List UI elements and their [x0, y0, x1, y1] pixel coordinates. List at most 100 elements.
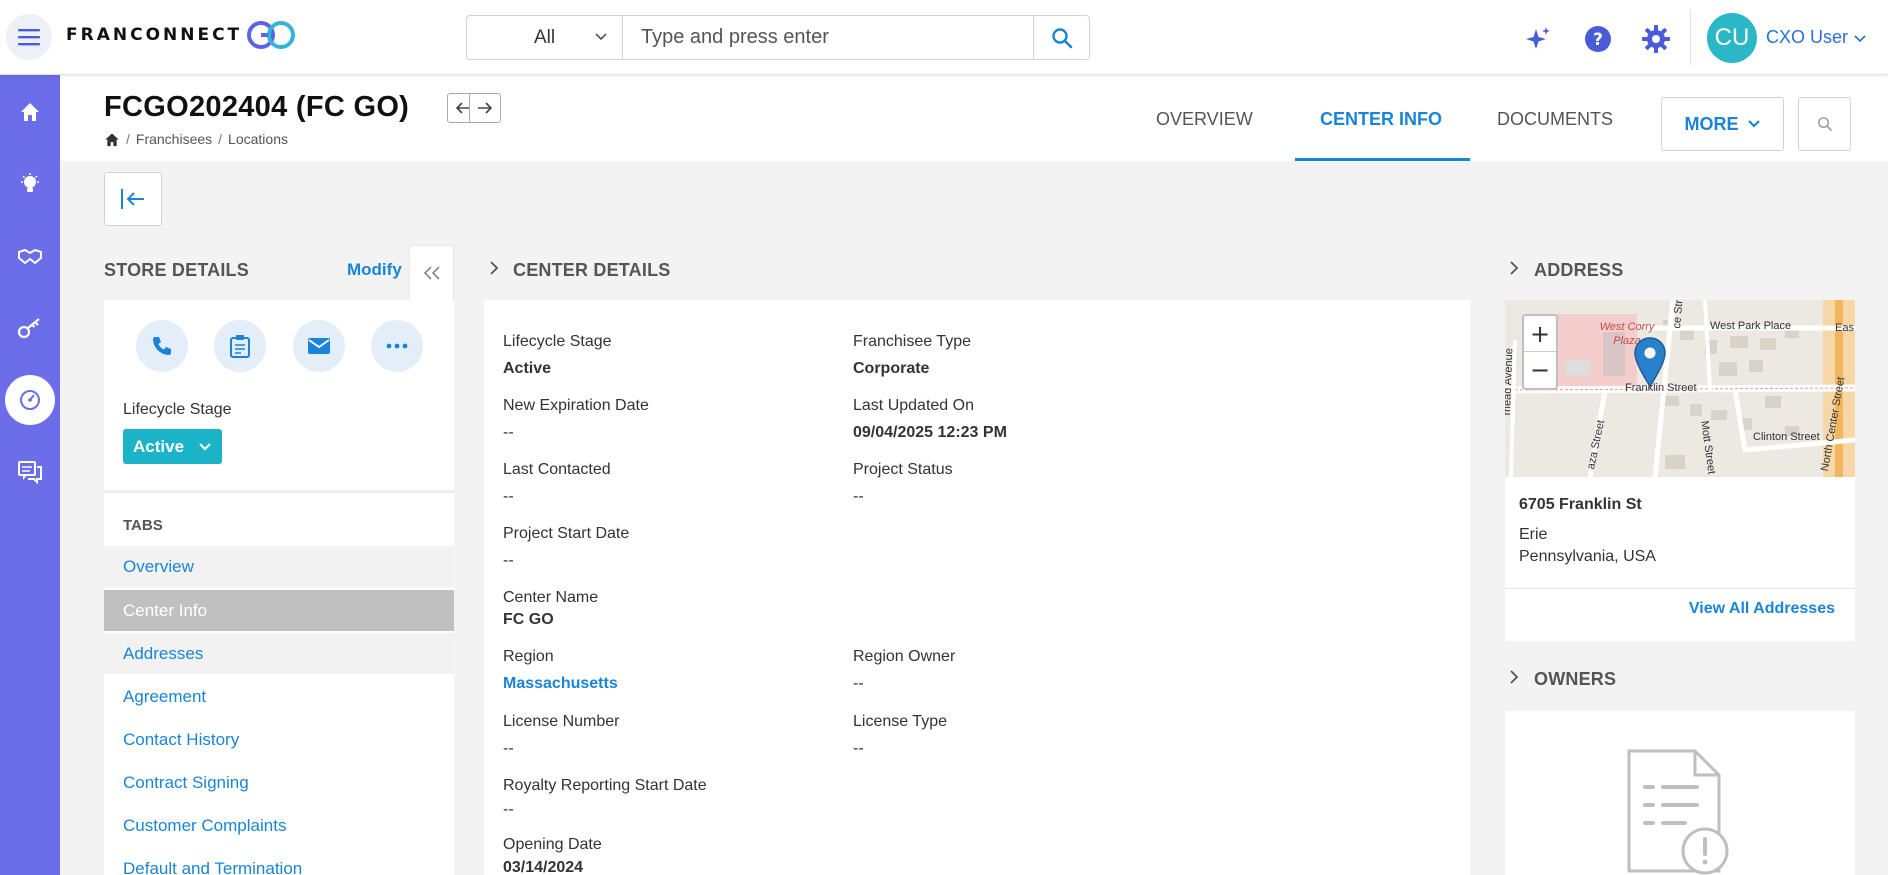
- rail-access[interactable]: [0, 303, 60, 353]
- search-icon: [1817, 117, 1832, 132]
- mail-icon: [308, 338, 330, 354]
- search-category-select[interactable]: All: [467, 16, 623, 59]
- search-input[interactable]: [623, 16, 1033, 59]
- owners-card: [1505, 711, 1855, 875]
- tab-center-info[interactable]: CENTER INFO: [1320, 109, 1442, 130]
- hamburger-icon: [18, 29, 40, 46]
- address-state-country: Pennsylvania, USA: [1519, 548, 1656, 565]
- rail-home[interactable]: [0, 87, 60, 137]
- map-zoom-out-button[interactable]: −: [1524, 352, 1556, 388]
- call-button[interactable]: [136, 320, 188, 372]
- sidebar-tab-agreement[interactable]: Agreement: [104, 676, 454, 717]
- breadcrumb-locations[interactable]: Locations: [228, 131, 288, 147]
- view-all-addresses-link[interactable]: View All Addresses: [1689, 600, 1835, 618]
- sidebar-tab-default-termination[interactable]: Default and Termination: [104, 848, 454, 875]
- sparkle-icon: [1526, 27, 1550, 49]
- tab-overview[interactable]: OVERVIEW: [1156, 109, 1253, 130]
- collapse-sidebar-toggle[interactable]: [409, 245, 454, 300]
- phone-icon: [153, 337, 171, 355]
- help-button[interactable]: ?: [1583, 24, 1613, 54]
- field-label: Region Owner: [853, 648, 956, 665]
- logo-text: FRANCONNECT: [66, 25, 243, 45]
- home-icon[interactable]: [104, 132, 120, 147]
- field-label: Royalty Reporting Start Date: [503, 777, 707, 794]
- map-label-clinton: Clinton Street: [1753, 431, 1820, 443]
- field-label: Lifecycle Stage: [503, 333, 612, 350]
- region-link[interactable]: Massachusetts: [503, 675, 618, 693]
- sidebar-tab-contract-signing[interactable]: Contract Signing: [104, 762, 454, 803]
- field-label: Franchisee Type: [853, 333, 971, 350]
- record-tabs-list: TABS Overview Center Info Addresses Agre…: [104, 490, 454, 875]
- map-zoom-control: + −: [1522, 314, 1558, 390]
- email-button[interactable]: [293, 320, 345, 372]
- rail-dashboard[interactable]: [0, 375, 60, 425]
- chevron-right-icon[interactable]: [488, 260, 500, 276]
- sidebar-tab-contact-history[interactable]: Contact History: [104, 719, 454, 760]
- more-actions-button[interactable]: [371, 320, 423, 372]
- rail-ideas[interactable]: [0, 159, 60, 209]
- breadcrumb-franchisees[interactable]: Franchisees: [136, 131, 212, 147]
- owners-title: OWNERS: [1534, 669, 1617, 689]
- sidebar-tab-center-info[interactable]: Center Info: [104, 590, 454, 631]
- chat-icon: [18, 461, 42, 484]
- address-title: ADDRESS: [1534, 260, 1624, 280]
- chevron-right-icon[interactable]: [1508, 260, 1520, 276]
- field-label: Center Name: [503, 589, 599, 606]
- address-street: 6705 Franklin St: [1519, 496, 1642, 513]
- lifecycle-stage-dropdown[interactable]: Active: [123, 429, 222, 464]
- franconnect-logo[interactable]: FRANCONNECT: [66, 18, 296, 52]
- tab-documents[interactable]: DOCUMENTS: [1497, 109, 1613, 130]
- more-button[interactable]: MORE: [1661, 97, 1784, 151]
- page-search-button[interactable]: [1798, 97, 1851, 151]
- divider: [1505, 588, 1855, 589]
- tabs-title: TABS: [123, 517, 163, 534]
- home-icon: [21, 103, 39, 121]
- user-initials: CU: [1714, 24, 1750, 51]
- location-map[interactable]: West Corry Plaza West Park Place Frankli…: [1505, 300, 1855, 477]
- empty-document-icon: [1627, 749, 1729, 875]
- chevron-down-icon: [595, 33, 607, 41]
- modify-link[interactable]: Modify: [347, 260, 402, 280]
- sidebar-tab-customer-complaints[interactable]: Customer Complaints: [104, 805, 454, 846]
- sidebar-tab-overview[interactable]: Overview: [104, 546, 454, 587]
- svg-text:?: ?: [1593, 30, 1603, 50]
- field-value: --: [503, 424, 514, 441]
- chevron-right-icon[interactable]: [1508, 669, 1520, 685]
- map-label-park: West Park Place: [1710, 320, 1792, 332]
- field-value: Active: [503, 360, 552, 377]
- user-avatar[interactable]: CU: [1707, 13, 1757, 63]
- task-button[interactable]: [214, 320, 266, 372]
- more-label: MORE: [1684, 113, 1739, 134]
- page-header: FCGO202404 (FC GO) / Franchisees / Locat…: [60, 75, 1888, 161]
- field-value: 09/04/2025 12:23 PM: [853, 424, 1007, 441]
- field-value: --: [853, 488, 864, 505]
- collapse-panel-button[interactable]: [104, 172, 162, 226]
- rail-messages[interactable]: [0, 447, 60, 497]
- field-label: Last Contacted: [503, 461, 611, 478]
- map-pin-icon[interactable]: [1633, 336, 1667, 388]
- map-zoom-in-button[interactable]: +: [1524, 316, 1556, 352]
- field-label: Project Start Date: [503, 525, 630, 542]
- next-record-button[interactable]: [469, 93, 501, 123]
- active-tab-indicator: [1295, 158, 1470, 161]
- field-value: --: [503, 801, 514, 818]
- hamburger-menu-button[interactable]: [6, 14, 52, 60]
- user-name[interactable]: CXO User: [1766, 27, 1848, 48]
- rail-deals[interactable]: [0, 231, 60, 281]
- help-icon: ?: [1585, 26, 1611, 52]
- field-value: 03/14/2024: [503, 859, 584, 875]
- field-label: Last Updated On: [853, 397, 974, 414]
- address-city: Erie: [1519, 526, 1548, 543]
- search-icon: [1051, 27, 1072, 48]
- global-search: All: [466, 15, 1090, 60]
- ai-sparkle-button[interactable]: [1523, 24, 1553, 54]
- header-divider: [1690, 10, 1691, 65]
- handshake-icon: [18, 248, 42, 265]
- field-value: --: [853, 740, 864, 757]
- search-button[interactable]: [1033, 16, 1089, 59]
- sidebar-tab-addresses[interactable]: Addresses: [104, 633, 454, 674]
- clipboard-icon: [230, 335, 250, 358]
- chevron-down-icon[interactable]: [1853, 32, 1867, 46]
- arrow-right-icon: [478, 102, 493, 114]
- settings-button[interactable]: [1641, 24, 1671, 54]
